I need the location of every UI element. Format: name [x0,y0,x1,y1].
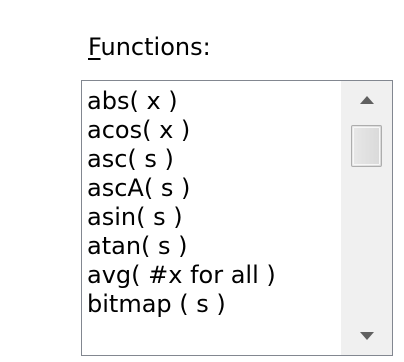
scroll-down-button[interactable] [342,317,392,355]
functions-panel: Functions: abs( x ) acos( x ) asc( s ) a… [0,0,404,362]
functions-listbox[interactable]: abs( x ) acos( x ) asc( s ) ascA( s ) as… [81,80,393,356]
list-item[interactable]: atan( s ) [82,232,332,261]
scroll-thumb[interactable] [351,125,382,167]
list-item[interactable]: abs( x ) [82,87,332,116]
triangle-down-icon [360,332,374,340]
triangle-up-icon [360,96,374,104]
list-item[interactable]: asin( s ) [82,203,332,232]
functions-label: Functions: [88,32,211,62]
vertical-scrollbar[interactable] [341,81,392,355]
list-item[interactable]: avg( #x for all ) [82,261,332,290]
functions-list: abs( x ) acos( x ) asc( s ) ascA( s ) as… [82,81,332,355]
scroll-up-button[interactable] [342,81,392,119]
functions-label-mnemonic: F [88,33,101,61]
list-item[interactable]: bitmap ( s ) [82,290,332,319]
list-item[interactable]: acos( x ) [82,116,332,145]
list-item[interactable]: ascA( s ) [82,174,332,203]
list-item[interactable]: asc( s ) [82,145,332,174]
functions-label-text: unctions: [100,33,211,61]
